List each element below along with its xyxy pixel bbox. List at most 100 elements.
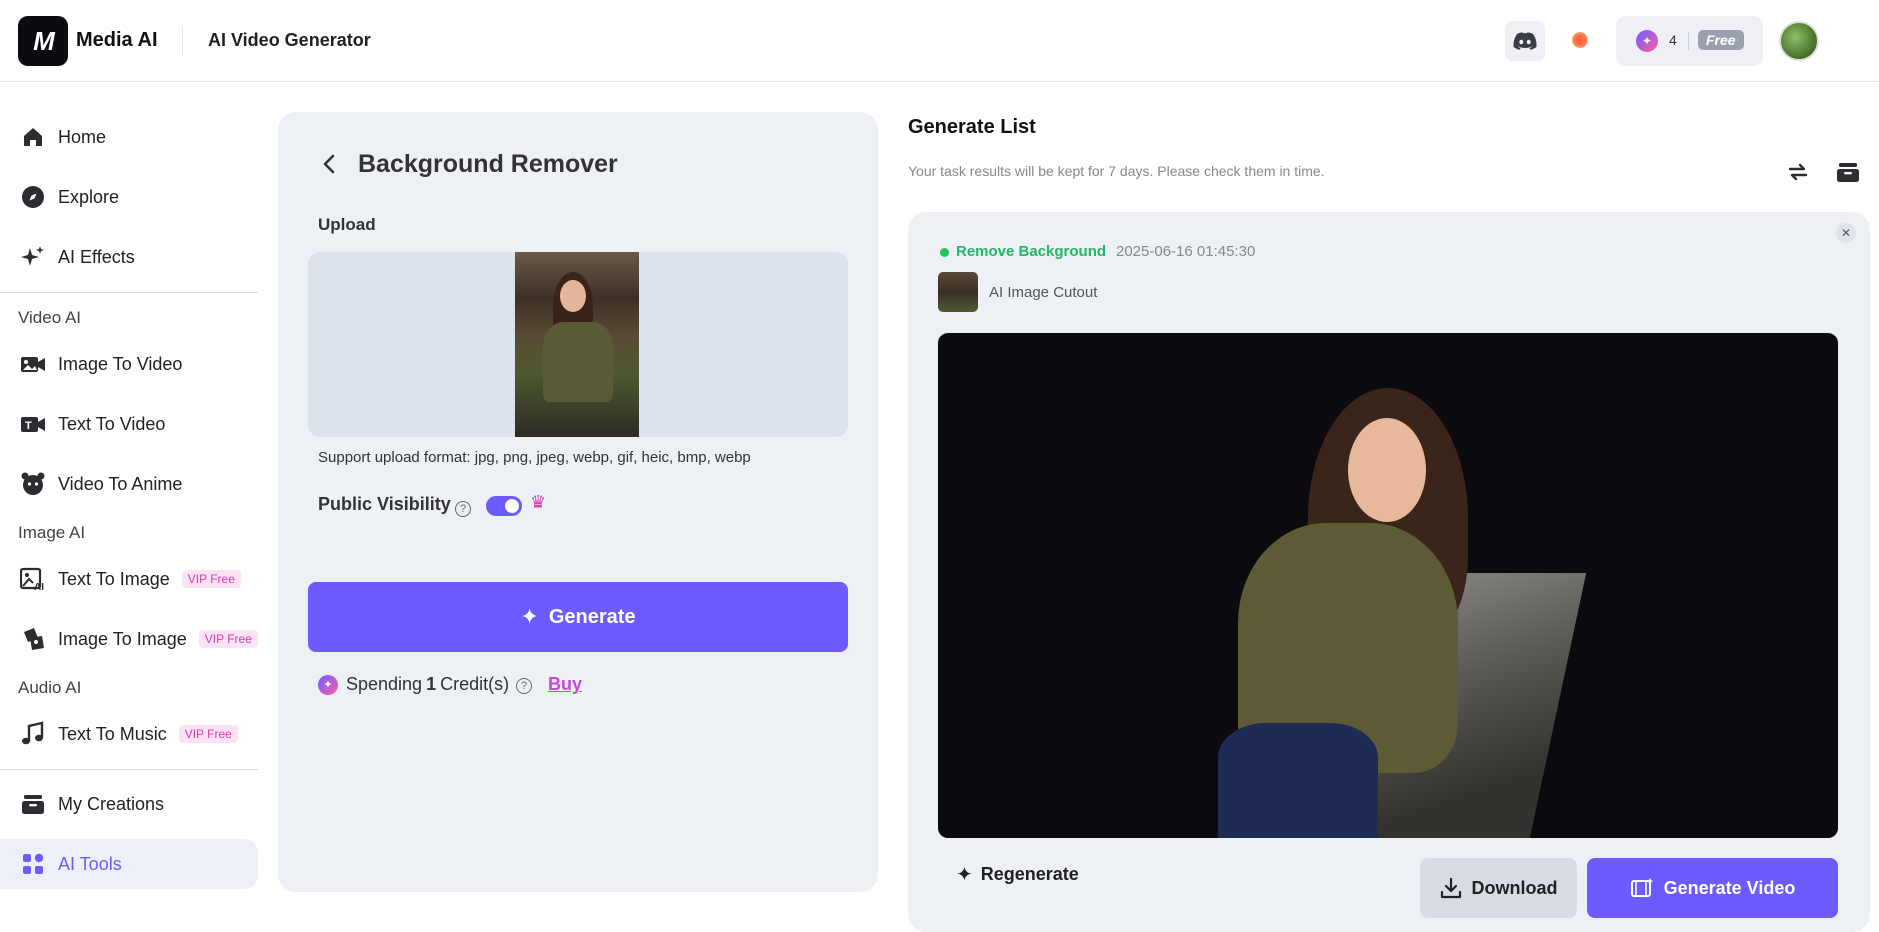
generate-video-button[interactable]: Generate Video (1587, 858, 1838, 918)
supported-formats-text: Support upload format: jpg, png, jpeg, w… (318, 449, 751, 466)
anime-icon (20, 471, 46, 497)
sidebar-item-label: AI Tools (58, 854, 122, 875)
generate-list-title: Generate List (908, 116, 1036, 139)
svg-text:AI: AI (34, 582, 44, 591)
sparkle-icon: ✦ (520, 604, 538, 630)
thumb-jacket (543, 322, 613, 402)
sidebar-item-my-creations[interactable]: My Creations (0, 779, 258, 829)
buy-link[interactable]: Buy (548, 674, 582, 695)
tool-title: Background Remover (358, 150, 618, 179)
result-jeans (1218, 723, 1378, 838)
notification-dot-icon[interactable] (1572, 32, 1588, 48)
uploaded-image-thumbnail[interactable] (515, 252, 639, 437)
help-icon[interactable]: ? (516, 678, 532, 694)
music-icon (20, 721, 46, 747)
video-icon (1630, 877, 1654, 899)
download-icon (1440, 877, 1462, 899)
section-label-audio-ai: Audio AI (18, 678, 81, 698)
status-dot (940, 248, 949, 257)
sidebar-item-text-to-image[interactable]: AI Text To Image VIP Free (0, 554, 258, 604)
task-card: ✕ Remove Background 2025-06-16 01:45:30 … (908, 212, 1870, 932)
download-label: Download (1472, 878, 1558, 899)
credit-count: 4 (1669, 32, 1677, 48)
credits-divider (1688, 32, 1689, 50)
sidebar-item-label: Explore (58, 187, 119, 208)
task-timestamp: 2025-06-16 01:45:30 (1116, 243, 1255, 260)
brand-name[interactable]: Media AI (76, 29, 158, 52)
compass-icon (20, 184, 46, 210)
sidebar-item-label: Home (58, 127, 106, 148)
sidebar-item-label: Image To Video (58, 354, 182, 375)
media-ai-logo[interactable]: M (18, 16, 68, 66)
home-icon (20, 124, 46, 150)
regenerate-button[interactable]: ✦ Regenerate (956, 862, 1079, 887)
sidebar-item-label: Video To Anime (58, 474, 182, 495)
sidebar-item-label: AI Effects (58, 247, 135, 268)
generate-video-label: Generate Video (1664, 878, 1796, 899)
sidebar: Home Explore AI Effects Video AI Image T… (0, 82, 258, 919)
plan-badge: Free (1698, 30, 1744, 50)
crown-icon: ♛ (530, 492, 546, 513)
sidebar-item-label: Text To Music (58, 724, 167, 745)
generate-label: Generate (549, 606, 636, 629)
header-divider (182, 26, 183, 56)
spending-credits: 1 (426, 674, 436, 695)
sparkle-icon (20, 244, 46, 270)
vip-free-badge: VIP Free (199, 630, 258, 648)
result-image[interactable] (938, 333, 1838, 838)
discord-icon (1513, 32, 1537, 50)
refresh-icon[interactable] (1785, 159, 1811, 185)
archive-icon[interactable] (1835, 159, 1861, 185)
sidebar-divider (0, 769, 258, 770)
sidebar-item-image-to-video[interactable]: Image To Video (0, 339, 258, 389)
upload-label: Upload (318, 215, 376, 235)
close-icon[interactable]: ✕ (1836, 223, 1856, 243)
sidebar-item-label: Text To Image (58, 569, 170, 590)
background-remover-panel: Background Remover Upload Support upload… (278, 112, 878, 892)
logo-mark: M (33, 26, 53, 57)
sidebar-item-explore[interactable]: Explore (0, 172, 258, 222)
vip-free-badge: VIP Free (182, 570, 241, 588)
result-face (1348, 418, 1426, 522)
public-visibility-toggle[interactable] (486, 496, 522, 516)
svg-text:T: T (25, 420, 32, 432)
section-label-video-ai: Video AI (18, 308, 81, 328)
spending-prefix: Spending (346, 674, 422, 695)
credit-gem-icon: ✦ (1636, 30, 1658, 52)
back-chevron-icon[interactable] (318, 152, 342, 176)
vip-free-badge: VIP Free (179, 725, 238, 743)
sidebar-item-label: My Creations (58, 794, 164, 815)
sparkle-icon: ✦ (956, 862, 973, 887)
sidebar-item-video-to-anime[interactable]: Video To Anime (0, 459, 258, 509)
generate-button[interactable]: ✦ Generate (308, 582, 848, 652)
thumb-face (560, 280, 586, 312)
sidebar-item-image-to-image[interactable]: Image To Image VIP Free (0, 614, 258, 664)
regenerate-label: Regenerate (981, 864, 1079, 885)
task-type: Remove Background (956, 243, 1106, 260)
credit-gem-icon: ✦ (318, 675, 338, 695)
task-source-thumbnail (938, 272, 978, 312)
sidebar-item-home[interactable]: Home (0, 112, 258, 162)
image-video-icon (20, 351, 46, 377)
sidebar-item-text-to-music[interactable]: Text To Music VIP Free (0, 709, 258, 759)
tools-icon (20, 851, 46, 877)
user-avatar[interactable] (1779, 21, 1819, 61)
image-image-icon (20, 626, 46, 652)
creations-icon (20, 791, 46, 817)
help-icon[interactable]: ? (455, 501, 471, 517)
public-visibility-label: Public Visibility (318, 494, 451, 515)
credits-pill[interactable]: ✦ 4 Free (1616, 16, 1763, 66)
sidebar-divider (0, 292, 258, 293)
sidebar-item-label: Image To Image (58, 629, 187, 650)
section-label-image-ai: Image AI (18, 523, 85, 543)
upload-dropzone[interactable] (308, 252, 848, 437)
top-header: M Media AI AI Video Generator ✦ 4 Free (0, 0, 1879, 82)
download-button[interactable]: Download (1420, 858, 1577, 918)
generate-list-subtitle: Your task results will be kept for 7 day… (908, 163, 1325, 179)
sidebar-item-ai-effects[interactable]: AI Effects (0, 232, 258, 282)
product-title: AI Video Generator (208, 30, 371, 51)
discord-button[interactable] (1505, 21, 1545, 61)
spending-info: ✦ Spending 1 Credit(s) (318, 674, 509, 695)
sidebar-item-text-to-video[interactable]: T Text To Video (0, 399, 258, 449)
sidebar-item-ai-tools[interactable]: AI Tools (0, 839, 258, 889)
